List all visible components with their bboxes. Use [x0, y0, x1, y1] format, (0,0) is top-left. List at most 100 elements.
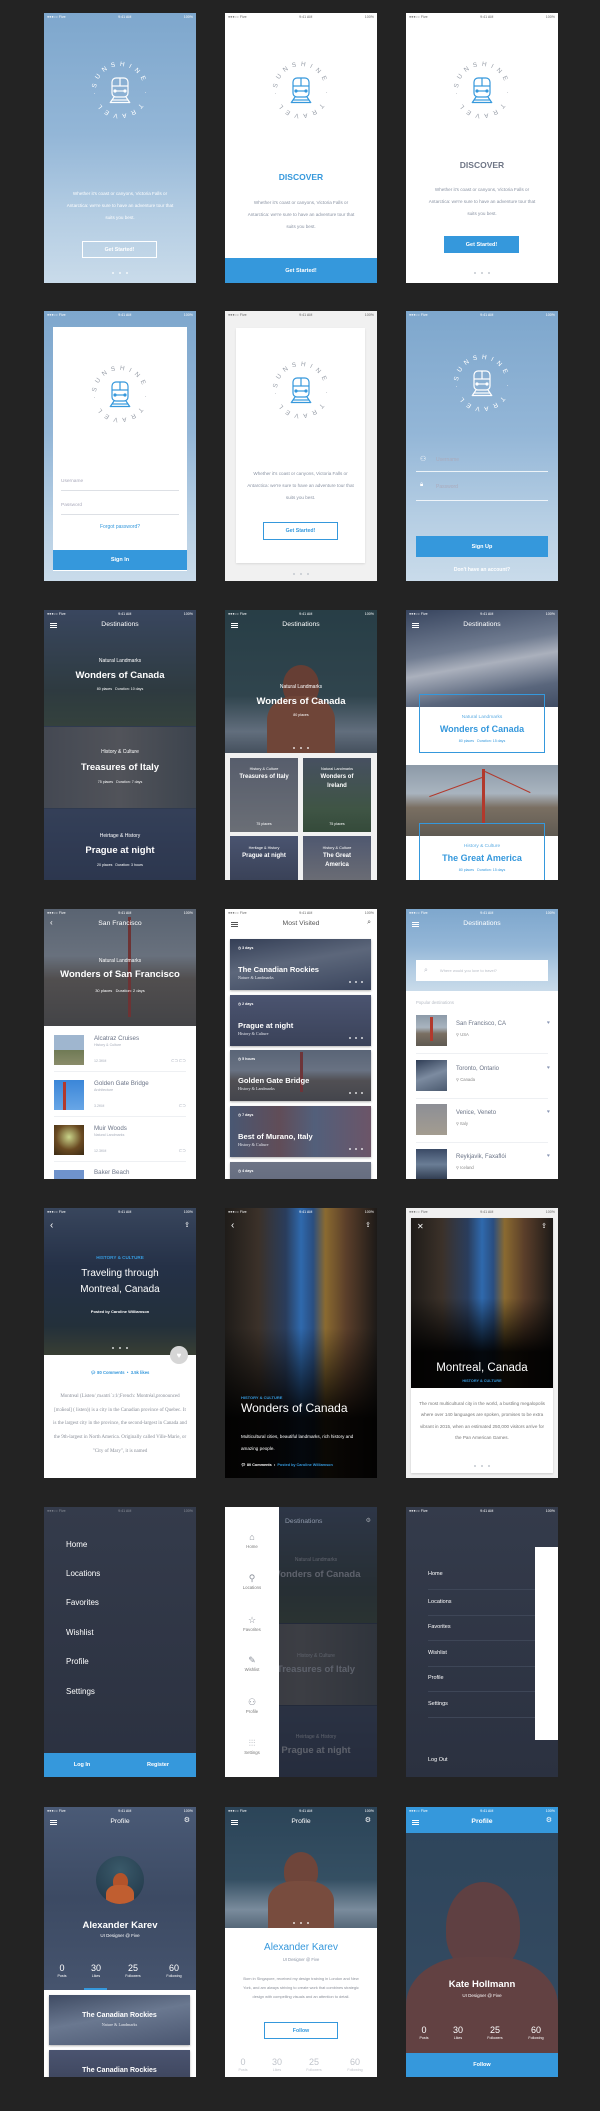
register-button[interactable]: Register: [120, 1753, 196, 1777]
gear-icon[interactable]: ⚙: [365, 1816, 371, 1824]
share-icon[interactable]: ⇪: [365, 1221, 371, 1229]
get-started-button[interactable]: Get Started!: [444, 236, 519, 253]
heart-button[interactable]: ♥: [170, 1346, 188, 1364]
username-field[interactable]: Username: [436, 457, 459, 463]
forgot-password-link[interactable]: Forgot password?: [53, 524, 187, 530]
sign-in-button[interactable]: Sign In: [53, 550, 187, 570]
menu-item-locations[interactable]: Locations: [66, 1569, 100, 1578]
heart-icon[interactable]: ♥: [547, 1153, 550, 1159]
heart-icon[interactable]: ♥: [547, 1020, 550, 1026]
stat-likes[interactable]: 30 Likes: [262, 2057, 292, 2072]
close-icon[interactable]: ✕: [417, 1222, 424, 1231]
follow-button[interactable]: Follow: [406, 2053, 558, 2077]
stat-likes[interactable]: 30 Likes: [81, 1963, 111, 1978]
stat-following[interactable]: 60 Following: [521, 2025, 551, 2040]
ticket-icon[interactable]: ⊂⊃⊂⊃: [171, 1058, 186, 1064]
log-out-button[interactable]: Log Out: [428, 1757, 448, 1763]
search-input[interactable]: ⌕ Where would you love to travel?: [416, 960, 548, 981]
get-started-button[interactable]: Get Started!: [263, 522, 338, 540]
menu-item-home[interactable]: Home: [66, 1540, 87, 1549]
tour-card[interactable]: ◷ 3 days The Canadian Rockies Nature & L…: [230, 939, 371, 990]
menu-item-wishlist[interactable]: Wishlist: [66, 1628, 94, 1637]
follow-button[interactable]: Follow: [264, 2022, 338, 2039]
destination-tile[interactable]: Natural Landmarks Wonders of Ireland 75 …: [303, 758, 371, 832]
get-started-button[interactable]: Get Started!: [225, 258, 377, 283]
stat-followers[interactable]: 25 Followers: [118, 1963, 148, 1978]
menu-item-locations[interactable]: Locations: [428, 1599, 452, 1605]
ticket-icon[interactable]: ⊂⊃: [178, 1148, 186, 1154]
log-in-button[interactable]: Log In: [44, 1753, 120, 1777]
sidebar-item-settings[interactable]: ⫶⫶⫶ Settings: [225, 1738, 279, 1755]
tour-card[interactable]: The Canadian Rockies: [49, 2050, 190, 2077]
destination-card[interactable]: History & Culture The Great America 80 p…: [419, 823, 545, 880]
password-field[interactable]: Password: [61, 503, 82, 508]
gear-icon[interactable]: ⚙: [546, 1816, 552, 1824]
avatar[interactable]: [96, 1856, 144, 1904]
menu-item-profile[interactable]: Profile: [428, 1675, 444, 1681]
menu-item-wishlist[interactable]: Wishlist: [428, 1650, 447, 1656]
screen-title: Profile: [291, 1818, 311, 1825]
page-indicator[interactable]: [225, 1922, 377, 1924]
page-indicator[interactable]: [406, 272, 558, 274]
page-indicator[interactable]: [44, 272, 196, 274]
sign-in-card: SUNSHINE · TRAVEL · Username Password Fo…: [53, 327, 187, 571]
menu-item-settings[interactable]: Settings: [66, 1687, 95, 1696]
stat-following[interactable]: 60 Following: [340, 2057, 370, 2072]
stat-posts[interactable]: 0 Posts: [47, 1963, 77, 1978]
destination-tile[interactable]: History & Culture The Great America: [303, 836, 371, 880]
search-icon[interactable]: ⌕: [367, 919, 371, 927]
stat-posts[interactable]: 0 Posts: [409, 2025, 439, 2040]
menu-item-home[interactable]: Home: [428, 1571, 443, 1577]
more-icon[interactable]: [349, 1092, 363, 1094]
gear-icon[interactable]: ⚙: [184, 1816, 190, 1824]
tour-card[interactable]: ◷ 2 days Prague at night History & Cultu…: [230, 995, 371, 1046]
share-icon[interactable]: ⇪: [541, 1222, 547, 1230]
destination-tile[interactable]: History & Culture Treasures of Italy 75 …: [230, 758, 298, 832]
article-screen: ●●●○○ Five 9:41 AM 100% ‹ ⇪ HISTORY & CULT…: [44, 1208, 196, 1478]
stat-followers[interactable]: 25 Followers: [480, 2025, 510, 2040]
back-arrow-icon[interactable]: ‹: [50, 1220, 53, 1231]
menu-item-settings[interactable]: Settings: [428, 1701, 448, 1707]
get-started-button[interactable]: Get Started!: [82, 241, 157, 258]
no-account-link[interactable]: Don't have an account?: [406, 567, 558, 573]
destination-card[interactable]: Heirtage & History Prague at night 20 pl…: [44, 809, 196, 880]
heart-icon[interactable]: ♥: [547, 1109, 550, 1115]
more-icon[interactable]: [349, 981, 363, 983]
tour-card[interactable]: ◷ 4 days: [230, 1162, 371, 1179]
status-bar: ●●●○○ Five 9:41 AM 100%: [406, 909, 558, 917]
tour-card[interactable]: ◷ 5 hours Golden Gate Bridge History & L…: [230, 1050, 371, 1101]
destination-card[interactable]: History & Culture Treasures of Italy 75 …: [44, 727, 196, 808]
sidebar-item-profile[interactable]: ⚇ Profile: [225, 1697, 279, 1714]
more-icon[interactable]: [349, 1148, 363, 1150]
article-card[interactable]: ✕ ⇪ Montreal, Canada HISTORY & CULTURE T…: [411, 1218, 553, 1473]
menu-item-profile[interactable]: Profile: [66, 1657, 89, 1666]
stat-followers[interactable]: 25 Followers: [299, 2057, 329, 2072]
author-link[interactable]: Posted by Caroline Williamson: [277, 1463, 332, 1467]
content-panel-edge[interactable]: [535, 1547, 558, 1740]
tour-card[interactable]: The Canadian Rockies Nature & Landmarks: [49, 1995, 190, 2045]
sidebar-item-wishlist[interactable]: ✎ Wishlist: [225, 1655, 279, 1672]
page-indicator[interactable]: [225, 747, 377, 749]
heart-icon[interactable]: ♥: [547, 1065, 550, 1071]
sign-up-button[interactable]: Sign Up: [416, 536, 548, 557]
stat-likes[interactable]: 30 Likes: [443, 2025, 473, 2040]
menu-item-favorites[interactable]: Favorites: [66, 1598, 99, 1607]
sidebar-item-locations[interactable]: ⚲ Locations: [225, 1573, 279, 1590]
back-arrow-icon[interactable]: ‹: [231, 1220, 234, 1231]
share-icon[interactable]: ⇪: [184, 1221, 190, 1229]
menu-item-favorites[interactable]: Favorites: [428, 1624, 451, 1630]
more-icon[interactable]: [349, 1037, 363, 1039]
stat-following[interactable]: 60 Following: [159, 1963, 189, 1978]
page-indicator[interactable]: [225, 573, 377, 575]
sidebar-item-favorites[interactable]: ☆ Favorites: [225, 1615, 279, 1632]
battery-label: 100%: [183, 911, 193, 915]
sidebar-item-home[interactable]: ⌂ Home: [225, 1532, 279, 1549]
password-field[interactable]: Password: [436, 484, 458, 490]
tour-card[interactable]: ◷ 7 days Best of Murano, Italy History &…: [230, 1106, 371, 1157]
destination-tile[interactable]: Heritage & History Prague at night: [230, 836, 298, 880]
username-field[interactable]: Username: [61, 479, 83, 484]
destination-card[interactable]: Natural Landmarks Wonders of Canada 80 p…: [419, 694, 545, 753]
page-indicator[interactable]: [411, 1465, 553, 1467]
stat-posts[interactable]: 0 Posts: [228, 2057, 258, 2072]
ticket-icon[interactable]: ⊂⊃: [178, 1103, 186, 1109]
